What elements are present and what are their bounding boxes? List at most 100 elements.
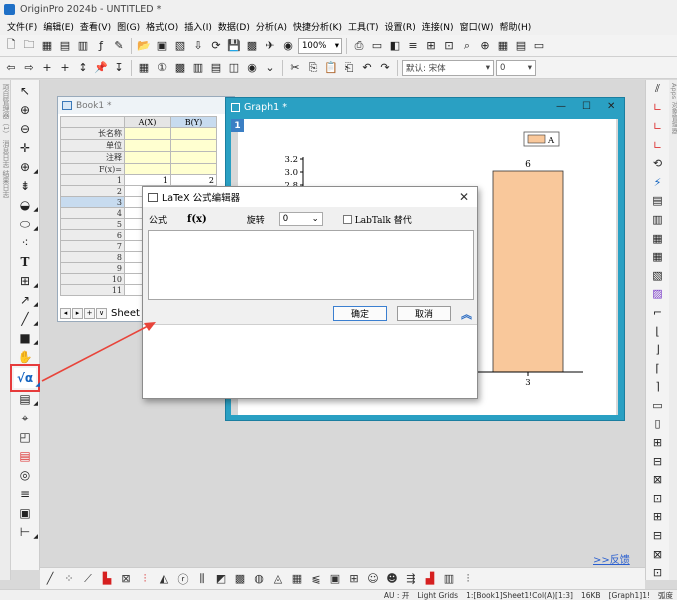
scale-in-icon[interactable]: ✛ [16, 140, 34, 156]
menu-format[interactable]: 格式(O) [143, 20, 181, 33]
set-column-values-icon[interactable]: ▦ [136, 60, 152, 76]
new-workbook-icon[interactable]: ▦ [39, 38, 55, 54]
group-6-icon[interactable]: ⊟ [650, 528, 666, 543]
frame-3-icon[interactable]: ⌋ [650, 342, 666, 357]
rotate-select[interactable]: 0 ⌄ [278, 212, 323, 226]
vector-icon[interactable]: ⇶ [403, 572, 419, 585]
frame-4-icon[interactable]: ⌈ [650, 361, 666, 376]
open-excel-icon[interactable]: ▣ [154, 38, 170, 54]
color-map-icon[interactable]: ▨ [650, 287, 666, 302]
zoom-pan-icon[interactable]: ⊕ [16, 102, 34, 118]
x-y-icon[interactable]: ◫ [226, 60, 242, 76]
fx-button[interactable]: f(x) [187, 214, 207, 225]
data-reader-icon[interactable]: ⊕ ◢ [16, 159, 38, 175]
meta-cell[interactable] [170, 151, 217, 164]
row-header[interactable]: 1 [60, 174, 125, 186]
pin-icon[interactable]: 📌 [93, 60, 109, 76]
menu-settings[interactable]: 设置(R) [382, 20, 419, 33]
status-au[interactable]: AU : 开 [384, 590, 409, 600]
add-row-icon[interactable]: + [57, 60, 73, 76]
column-header-a[interactable]: A(X) [124, 116, 171, 128]
group-5-icon[interactable]: ⊞ [650, 510, 666, 525]
color-column-icon[interactable]: ◉ [244, 60, 260, 76]
axis-icon[interactable]: ⊢ ◢ [16, 524, 38, 540]
collapse-preview-icon[interactable]: ︽ [461, 306, 472, 322]
error-bar-icon[interactable]: ⫶ [137, 572, 153, 586]
sort-icon[interactable]: ↧ [111, 60, 127, 76]
table-icon[interactable]: ▦ [495, 38, 511, 54]
row-header[interactable]: 6 [60, 229, 125, 241]
row-header[interactable]: 5 [60, 218, 125, 230]
minimize-icon[interactable]: — [556, 101, 566, 112]
axis-red-icon[interactable]: ∟ [650, 101, 666, 116]
contour-icon[interactable]: ◍ [251, 572, 267, 585]
row-header[interactable]: 2 [60, 185, 125, 197]
new-graph-icon[interactable]: ▤ [57, 38, 73, 54]
mask-icon[interactable]: ☺ [365, 572, 381, 585]
frame-7-icon[interactable]: ▯ [650, 417, 666, 432]
redo-icon[interactable]: ↷ [377, 60, 393, 76]
new-project-icon[interactable]: 🗋 [3, 38, 19, 54]
menu-quick-analysis[interactable]: 快捷分析(K) [290, 20, 345, 33]
paste-link-icon[interactable]: ⎗ [341, 60, 357, 76]
line-tool-icon[interactable]: ╱ ◢ [16, 311, 38, 327]
labtalk-checkbox[interactable] [342, 214, 352, 224]
color-palette-icon[interactable]: ▤ [16, 448, 34, 464]
row-header[interactable]: 7 [60, 240, 125, 252]
heatmap-icon[interactable]: ▦ [289, 572, 305, 585]
arrow-tool-icon[interactable]: ↗ ◢ [16, 292, 38, 308]
row-header[interactable]: 3 [60, 196, 125, 208]
latex-equation-icon[interactable]: √α ◢ [10, 364, 40, 392]
add-column-icon[interactable]: + [39, 60, 55, 76]
speed-mode-icon[interactable]: ⚡ [650, 175, 666, 190]
template-icon[interactable]: ▣ [327, 572, 343, 585]
group-4-icon[interactable]: ⊡ [650, 491, 666, 506]
layer-icon[interactable]: ▣ [16, 505, 34, 521]
meta-cell[interactable] [124, 151, 171, 164]
data-selector-icon[interactable]: ⇟ [16, 178, 34, 194]
group-2-icon[interactable]: ⊟ [650, 454, 666, 469]
draw-data-icon[interactable]: ⬭ ◢ [16, 216, 38, 233]
arrow-left-icon[interactable]: ⇦ [3, 60, 19, 76]
open-template-icon[interactable]: ▧ [172, 38, 188, 54]
pointer-icon[interactable]: ↖ [16, 83, 34, 99]
sheet-prev-icon[interactable]: ◂ [60, 307, 71, 319]
move-column-icon[interactable]: ↕ [75, 60, 91, 76]
new-matrix-icon[interactable]: ▥ [75, 38, 91, 54]
layout-5-icon[interactable]: ▧ [650, 268, 666, 283]
menu-insert[interactable]: 插入(I) [181, 20, 215, 33]
mask-2-icon[interactable]: ☻ [384, 572, 400, 585]
insert-graph-icon[interactable]: ▤ ◢ [16, 391, 38, 407]
refresh-icon[interactable]: ◉ [280, 38, 296, 54]
new-folder-icon[interactable]: 🗀 [21, 38, 37, 54]
histogram-icon[interactable]: ▥ [441, 572, 457, 585]
ternary-icon[interactable]: ◬ [270, 572, 286, 585]
zoom-select[interactable]: 100% ▾ [298, 37, 342, 54]
layout-4-icon[interactable]: ▦ [650, 249, 666, 264]
layout-icon[interactable]: ▤ [513, 38, 529, 54]
sheet-next-icon[interactable]: ▸ [72, 307, 83, 319]
paste-icon[interactable]: 📋 [323, 60, 339, 76]
annotation-icon[interactable]: ⊞ ◢ [16, 273, 38, 289]
line-symbol-icon[interactable]: ⟋ [80, 572, 96, 586]
layout-1-icon[interactable]: ▤ [650, 194, 666, 209]
column-header-b[interactable]: B(Y) [170, 116, 217, 128]
stats-row-icon[interactable]: ▤ [208, 60, 224, 76]
undo-icon[interactable]: ↶ [359, 60, 375, 76]
hand-tool-icon[interactable]: ✋ [16, 349, 34, 365]
column-plot-icon[interactable]: ▙ [99, 572, 115, 585]
row-header[interactable]: 9 [60, 262, 125, 274]
frame-2-icon[interactable]: ⌊ [650, 324, 666, 339]
area-plot-icon[interactable]: ◭ [156, 572, 172, 585]
frame-1-icon[interactable]: ⌐ [650, 305, 666, 320]
font-name-select[interactable]: 默认: 宋体 ▾ [402, 59, 494, 76]
batch-plot-icon[interactable]: ✈ [262, 38, 278, 54]
row-header[interactable]: 4 [60, 207, 125, 219]
cancel-button[interactable]: 取消 [397, 306, 451, 321]
align-icon[interactable]: ≡ [16, 486, 34, 502]
line-style-icon[interactable]: ⫽ [650, 82, 666, 97]
line-plot-icon[interactable]: ╱ [42, 572, 58, 585]
zoom-in-icon[interactable]: ⊕ [477, 38, 493, 54]
grid-plot-icon[interactable]: ⊞ [346, 572, 362, 585]
menu-file[interactable]: 文件(F) [4, 20, 40, 33]
